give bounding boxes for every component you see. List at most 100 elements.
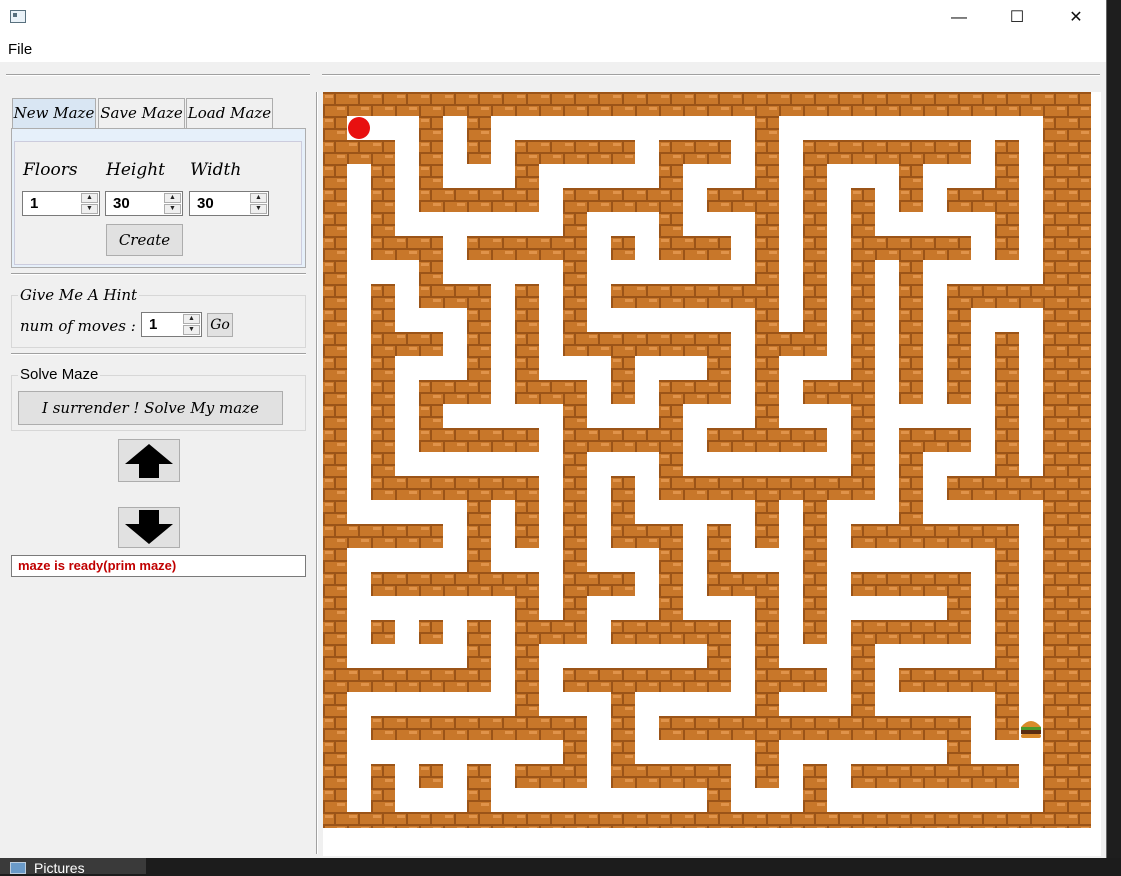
maze-path-cell: [923, 644, 947, 668]
maze-path-cell: [731, 692, 755, 716]
taskbar-item-pictures[interactable]: Pictures: [0, 858, 146, 876]
moves-spinbox[interactable]: 1 ▲ ▼: [141, 312, 202, 337]
maze-path-cell: [611, 404, 635, 428]
maze-path-cell: [851, 740, 875, 764]
maze-path-cell: [611, 260, 635, 284]
maze-path-cell: [419, 548, 443, 572]
maze-path-cell: [707, 740, 731, 764]
maze-path-cell: [683, 524, 707, 548]
maze-path-cell: [995, 308, 1019, 332]
maze-path-cell: [371, 740, 395, 764]
spin-down-icon[interactable]: ▼: [250, 204, 267, 214]
maze-path-cell: [611, 212, 635, 236]
menu-file[interactable]: File: [8, 41, 32, 58]
maze-path-cell: [947, 644, 971, 668]
floor-down-button[interactable]: [118, 507, 180, 548]
maze-path-cell: [635, 572, 659, 596]
maze-board[interactable]: [323, 92, 1091, 828]
maze-path-cell: [467, 212, 491, 236]
maze-path-cell: [635, 500, 659, 524]
maze-path-cell: [635, 644, 659, 668]
tab-load-maze[interactable]: Load Maze: [186, 98, 273, 128]
maze-path-cell: [395, 404, 419, 428]
maze-path-cell: [491, 788, 515, 812]
spin-up-icon[interactable]: ▲: [183, 314, 200, 324]
spin-down-icon[interactable]: ▼: [164, 204, 181, 214]
maze-path-cell: [995, 260, 1019, 284]
maze-path-cell: [827, 452, 851, 476]
maze-path-cell: [443, 740, 467, 764]
maze-path-cell: [899, 692, 923, 716]
maze-path-cell: [899, 116, 923, 140]
go-button[interactable]: Go: [207, 313, 233, 337]
maze-path-cell: [731, 764, 755, 788]
close-button[interactable]: ✕: [1047, 0, 1105, 36]
tab-new-maze[interactable]: New Maze: [12, 98, 96, 129]
maze-path-cell: [779, 596, 803, 620]
maze-path-cell: [827, 548, 851, 572]
width-spinbox[interactable]: 30 ▲ ▼: [189, 191, 269, 216]
maze-path-cell: [563, 356, 587, 380]
floor-up-button[interactable]: [118, 439, 180, 482]
maximize-button[interactable]: ☐: [988, 0, 1046, 36]
maze-path-cell: [587, 548, 611, 572]
maze-path-cell: [659, 644, 683, 668]
arrow-down-icon: [125, 510, 173, 544]
maze-path-cell: [827, 260, 851, 284]
maze-path-cell: [707, 308, 731, 332]
maze-path-cell: [731, 164, 755, 188]
minimize-button[interactable]: —: [930, 0, 988, 36]
maze-path-cell: [395, 212, 419, 236]
maze-path-cell: [731, 644, 755, 668]
background-window: [1107, 0, 1121, 858]
maze-path-cell: [395, 692, 419, 716]
maze-path-cell: [611, 164, 635, 188]
spin-down-icon[interactable]: ▼: [183, 325, 200, 335]
maze-path-cell: [875, 380, 899, 404]
maze-path-cell: [443, 404, 467, 428]
divider: [322, 74, 1100, 76]
maze-path-cell: [971, 500, 995, 524]
tab-save-maze[interactable]: Save Maze: [98, 98, 185, 128]
maze-path-cell: [875, 644, 899, 668]
maze-path-cell: [851, 596, 875, 620]
maze-path-cell: [755, 548, 779, 572]
splitter[interactable]: [316, 92, 318, 854]
height-spinbox[interactable]: 30 ▲ ▼: [105, 191, 183, 216]
maze-path-cell: [443, 356, 467, 380]
solve-maze-button[interactable]: I surrender ! Solve My maze: [18, 391, 283, 425]
maze-path-cell: [443, 788, 467, 812]
maze-path-cell: [515, 548, 539, 572]
maze-path-cell: [587, 356, 611, 380]
maze-path-cell: [875, 212, 899, 236]
maze-path-cell: [419, 356, 443, 380]
spin-up-icon[interactable]: ▲: [164, 193, 181, 203]
maze-path-cell: [491, 740, 515, 764]
create-button[interactable]: Create: [106, 224, 183, 256]
spin-up-icon[interactable]: ▲: [250, 193, 267, 203]
spin-down-icon[interactable]: ▼: [81, 204, 98, 214]
maze-path-cell: [587, 644, 611, 668]
maze-path-cell: [395, 788, 419, 812]
maze-path-cell: [443, 452, 467, 476]
maze-path-cell: [515, 212, 539, 236]
maze-path-cell: [827, 500, 851, 524]
maze-path-cell: [587, 476, 611, 500]
maze-path-cell: [683, 188, 707, 212]
maze-path-cell: [947, 404, 971, 428]
maze-path-cell: [923, 596, 947, 620]
maze-path-cell: [491, 356, 515, 380]
moves-label: num of moves :: [20, 317, 136, 335]
maze-path-cell: [683, 164, 707, 188]
maze-path-cell: [779, 164, 803, 188]
maze-path-cell: [827, 692, 851, 716]
spin-up-icon[interactable]: ▲: [81, 193, 98, 203]
maze-path-cell: [563, 164, 587, 188]
maze-area[interactable]: [323, 92, 1101, 856]
maze-path-cell: [755, 452, 779, 476]
floors-spinbox[interactable]: 1 ▲ ▼: [22, 191, 100, 216]
maze-path-cell: [875, 548, 899, 572]
maze-path-cell: [659, 788, 683, 812]
maze-path-cell: [419, 212, 443, 236]
maze-path-cell: [779, 740, 803, 764]
